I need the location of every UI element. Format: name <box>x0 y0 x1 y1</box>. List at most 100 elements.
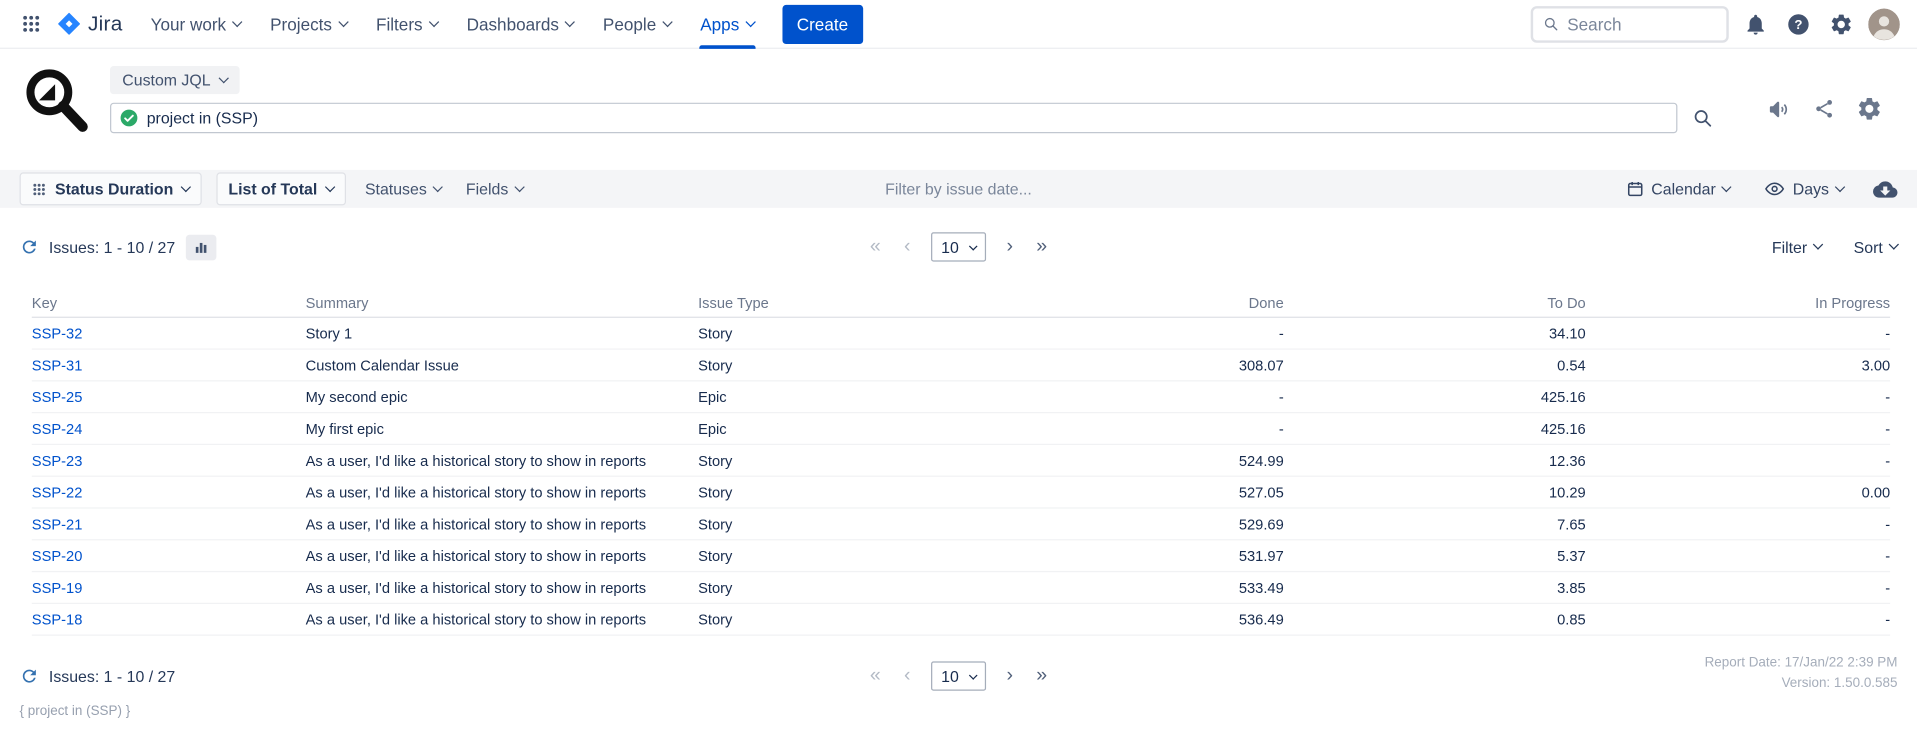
filter-dropdown[interactable]: Filter <box>1772 238 1822 256</box>
last-page-button[interactable]: » <box>1034 237 1050 257</box>
settings-button[interactable] <box>1825 7 1857 41</box>
nav-item-label: Projects <box>270 14 332 34</box>
next-page-button[interactable]: › <box>1004 666 1015 686</box>
cloud-download-icon <box>1873 177 1897 201</box>
report-toolbar: Status Duration List of Total Statuses F… <box>0 170 1917 208</box>
announcement-button[interactable] <box>1767 96 1793 122</box>
issue-key-link[interactable]: SSP-24 <box>32 420 83 437</box>
global-search[interactable] <box>1531 6 1729 43</box>
jql-input[interactable] <box>147 109 1668 127</box>
refresh-button[interactable] <box>20 666 40 686</box>
profile-avatar[interactable] <box>1868 8 1900 40</box>
nav-item-label: Apps <box>700 14 739 34</box>
prev-page-button[interactable]: ‹ <box>902 237 913 257</box>
nav-item-filters[interactable]: Filters <box>363 0 451 48</box>
notifications-button[interactable] <box>1740 7 1772 41</box>
issue-todo-value: 12.36 <box>1284 452 1586 469</box>
issue-date-filter-input[interactable] <box>812 180 1105 198</box>
first-page-button[interactable]: « <box>867 666 883 686</box>
share-button[interactable] <box>1813 98 1835 120</box>
issue-inprogress-value: - <box>1586 420 1890 437</box>
jira-mark-icon <box>56 11 82 37</box>
chevron-down-icon <box>180 181 190 191</box>
issue-row: SSP-31Custom Calendar IssueStory308.070.… <box>32 350 1890 382</box>
nav-item-apps[interactable]: Apps <box>687 0 768 48</box>
issue-type: Story <box>698 452 943 469</box>
create-button[interactable]: Create <box>782 4 863 43</box>
prev-page-button[interactable]: ‹ <box>902 666 913 686</box>
page-size-select[interactable]: 10 <box>931 232 985 261</box>
nav-item-people[interactable]: People <box>589 0 684 48</box>
issue-type: Epic <box>698 420 943 437</box>
next-page-button[interactable]: › <box>1004 237 1015 257</box>
report-type-button[interactable]: Status Duration <box>20 172 202 205</box>
question-circle-icon: ? <box>1786 12 1810 36</box>
jira-wordmark: Jira <box>88 12 122 36</box>
report-meta: Report Date: 17/Jan/22 2:39 PM Version: … <box>1705 653 1898 693</box>
issue-inprogress-value: - <box>1586 325 1890 342</box>
topnav-right-cluster: ? <box>1531 6 1900 43</box>
search-icon <box>1543 15 1559 33</box>
view-type-button[interactable]: List of Total <box>216 172 345 205</box>
chevron-down-icon <box>433 181 443 191</box>
help-button[interactable]: ? <box>1783 7 1815 41</box>
megaphone-icon <box>1767 96 1793 122</box>
issue-todo-value: 425.16 <box>1284 388 1586 405</box>
last-page-button[interactable]: » <box>1034 666 1050 686</box>
issue-key-link[interactable]: SSP-21 <box>32 515 83 532</box>
magnifier-logo-icon <box>20 64 93 146</box>
statuses-dropdown[interactable]: Statuses <box>360 180 446 198</box>
issue-key-link[interactable]: SSP-18 <box>32 611 83 628</box>
issue-done-value: 533.49 <box>943 579 1284 596</box>
fields-dropdown[interactable]: Fields <box>461 180 528 198</box>
page-size-select[interactable]: 10 <box>931 661 985 690</box>
issue-summary: As a user, I'd like a historical story t… <box>306 515 698 532</box>
version-label: Version: 1.50.0.585 <box>1705 673 1898 693</box>
chart-view-button[interactable] <box>186 234 217 260</box>
issue-summary: My second epic <box>306 388 698 405</box>
sort-dropdown[interactable]: Sort <box>1854 238 1898 256</box>
issue-inprogress-value: - <box>1586 579 1890 596</box>
first-page-button[interactable]: « <box>867 237 883 257</box>
report-type-label: Status Duration <box>55 180 173 198</box>
issue-key-link[interactable]: SSP-20 <box>32 547 83 564</box>
days-dropdown[interactable]: Days <box>1760 178 1849 199</box>
app-settings-button[interactable] <box>1856 95 1883 122</box>
calendar-dropdown[interactable]: Calendar <box>1621 180 1736 198</box>
issue-summary: Story 1 <box>306 325 698 342</box>
issue-summary: As a user, I'd like a historical story t… <box>306 547 698 564</box>
eye-icon <box>1765 178 1786 199</box>
nav-item-your-work[interactable]: Your work <box>137 0 254 48</box>
issue-summary: As a user, I'd like a historical story t… <box>306 611 698 628</box>
app-switcher-button[interactable] <box>12 4 49 43</box>
nav-item-projects[interactable]: Projects <box>257 0 360 48</box>
issue-key-cell: SSP-31 <box>32 356 306 373</box>
issue-key-link[interactable]: SSP-22 <box>32 484 83 501</box>
avatar-icon <box>1868 8 1900 40</box>
jira-logo[interactable]: Jira <box>51 11 134 37</box>
jql-mode-button[interactable]: Custom JQL <box>110 66 240 94</box>
issue-key-cell: SSP-22 <box>32 484 306 501</box>
issue-type: Story <box>698 547 943 564</box>
issue-key-link[interactable]: SSP-25 <box>32 388 83 405</box>
svg-text:?: ? <box>1794 16 1802 31</box>
issue-key-link[interactable]: SSP-23 <box>32 452 83 469</box>
global-search-input[interactable] <box>1567 14 1716 34</box>
issue-row: SSP-23As a user, I'd like a historical s… <box>32 445 1890 477</box>
issue-key-cell: SSP-23 <box>32 452 306 469</box>
issue-row: SSP-21 As a user, I'd like a historical s… <box>32 509 1890 541</box>
issue-inprogress-value: 0.00 <box>1586 484 1890 501</box>
issue-todo-value: 0.85 <box>1284 611 1586 628</box>
issue-key-link[interactable]: SSP-32 <box>32 325 83 342</box>
issue-done-value: 308.07 <box>943 356 1284 373</box>
issue-todo-value: 34.10 <box>1284 325 1586 342</box>
share-icon <box>1813 98 1835 120</box>
export-button[interactable] <box>1873 177 1897 201</box>
issue-key-link[interactable]: SSP-31 <box>32 356 83 373</box>
issue-summary: As a user, I'd like a historical story t… <box>306 579 698 596</box>
run-search-button[interactable] <box>1692 108 1713 129</box>
refresh-button[interactable] <box>20 237 40 257</box>
filter-label: Filter <box>1772 238 1807 256</box>
nav-item-dashboards[interactable]: Dashboards <box>453 0 587 48</box>
issue-key-link[interactable]: SSP-19 <box>32 579 83 596</box>
